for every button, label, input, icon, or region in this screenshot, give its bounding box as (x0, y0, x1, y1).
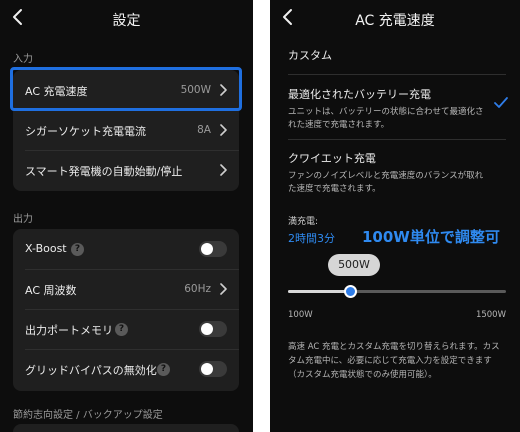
row-value: 60Hz (184, 283, 211, 295)
highlight-box (10, 67, 242, 111)
row-label: 出力ポートメモリ (25, 324, 113, 337)
grid-bypass-toggle[interactable] (199, 361, 227, 377)
page-title: AC 充電速度 (355, 13, 435, 29)
cigarette-socket-current-row[interactable]: シガーソケット充電電流 8A (13, 110, 239, 150)
slider-fill (288, 290, 351, 293)
option-title: 最適化されたバッテリー充電 (288, 88, 431, 101)
divider (288, 139, 506, 140)
section-output-header: 出力 (13, 214, 33, 225)
slider-max-label: 1500W (475, 310, 506, 320)
settings-screen: 設定 入力 AC 充電速度 500W シガーソケット充電電流 8A スマート発電… (0, 0, 253, 432)
row-label: グリッドバイパスの無効化 (25, 364, 157, 377)
ac-frequency-row[interactable]: AC 周波数 60Hz (13, 269, 239, 309)
option-description: ユニットは、バッテリーの状態に合わせて最適化された速度で充電されます。 (288, 107, 484, 130)
adjustment-annotation: 100W単位で調整可 (362, 228, 500, 246)
page-title: 設定 (112, 13, 141, 29)
row-label: X-Boost (25, 242, 67, 255)
top-bar: 設定 (0, 0, 253, 36)
divider (288, 74, 506, 75)
saving-settings-card (13, 424, 239, 432)
option-description: ファンのノイズレベルと充電速度のバランスが取れた速度で充電されます。 (288, 171, 484, 194)
check-icon (494, 97, 508, 108)
x-boost-row: X-Boost ? (13, 229, 239, 269)
grid-bypass-row: グリッドバイパスの無効化 ? (13, 349, 239, 389)
output-port-memory-row: 出力ポートメモリ ? (13, 309, 239, 349)
slider-thumb[interactable] (343, 285, 357, 298)
footer-description: 高速 AC 充電とカスタム充電を切り替えられます。カスタム充電中に、必要に応じて… (288, 342, 500, 380)
x-boost-toggle[interactable] (199, 241, 227, 257)
output-settings-card: X-Boost ? AC 周波数 60Hz 出力ポートメモリ ? グリッドバイパ… (13, 229, 239, 391)
help-icon[interactable]: ? (157, 363, 170, 376)
slider-value-bubble: 500W (328, 254, 380, 276)
full-charge-time: 2時間3分 (288, 232, 335, 245)
chevron-right-icon (220, 164, 227, 176)
output-port-memory-toggle[interactable] (199, 321, 227, 337)
row-value: 8A (197, 124, 211, 136)
chevron-right-icon (220, 124, 227, 136)
smart-generator-row[interactable]: スマート発電機の自動始動/停止 (13, 150, 239, 190)
charge-speed-slider[interactable] (288, 285, 506, 298)
toggle-knob (201, 243, 213, 255)
top-bar: AC 充電速度 (270, 0, 520, 36)
help-icon[interactable]: ? (71, 243, 84, 256)
help-icon[interactable]: ? (115, 323, 128, 336)
toggle-knob (201, 363, 213, 375)
slider-min-label: 100W (288, 310, 313, 320)
toggle-knob (201, 323, 213, 335)
option-title: クワイエット充電 (288, 152, 376, 165)
section-saving-header: 節約志向設定 / バックアップ設定 (13, 410, 163, 421)
custom-label: カスタム (288, 49, 332, 62)
row-label: シガーソケット充電電流 (25, 125, 146, 138)
ac-charge-speed-screen: AC 充電速度 カスタム 最適化されたバッテリー充電 ユニットは、バッテリーの状… (270, 0, 520, 432)
section-input-header: 入力 (13, 54, 33, 65)
row-label: スマート発電機の自動始動/停止 (25, 165, 183, 178)
chevron-right-icon (220, 283, 227, 295)
full-charge-label: 満充電: (288, 217, 319, 227)
row-label: AC 周波数 (25, 284, 77, 297)
